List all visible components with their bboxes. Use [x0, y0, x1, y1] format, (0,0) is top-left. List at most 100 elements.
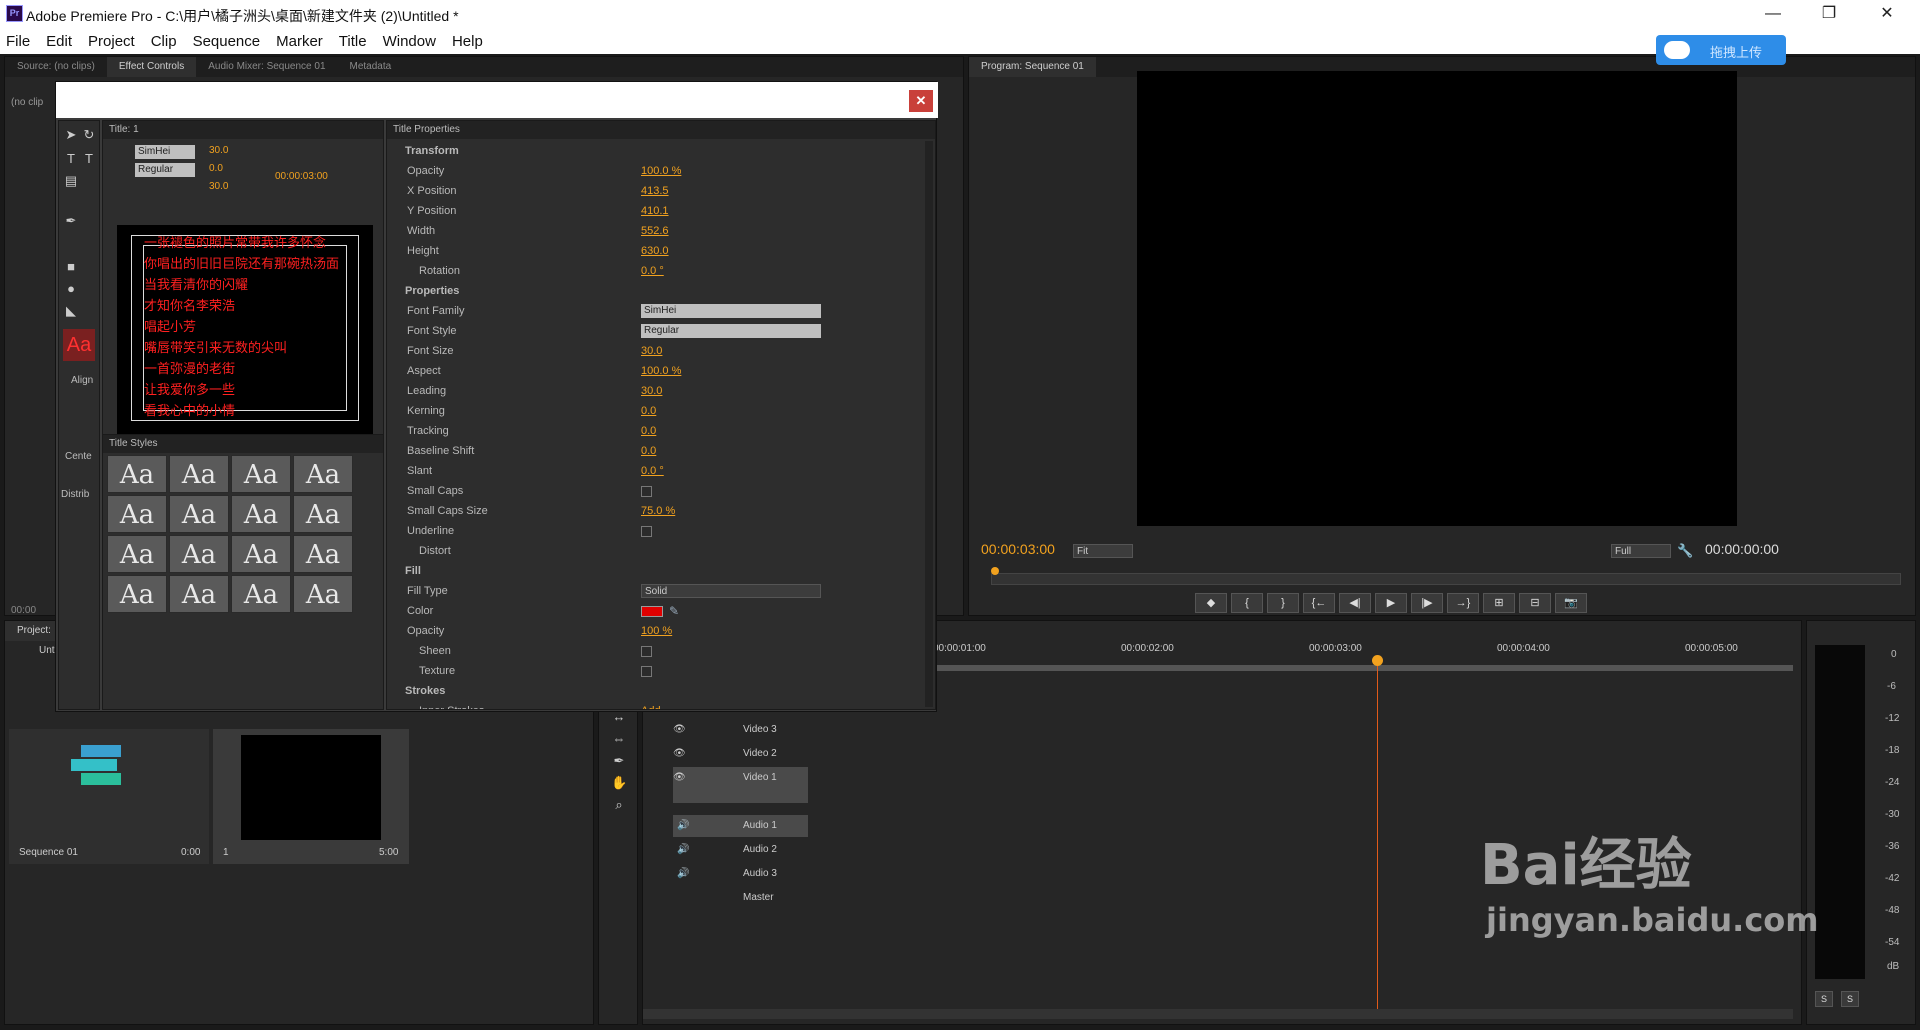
eye-icon[interactable]: 👁 [673, 724, 686, 735]
zoom-tool-icon[interactable]: ⌕ [611, 797, 627, 813]
property-row[interactable]: Opacity 100 % [391, 621, 911, 641]
property-value[interactable]: 552.6 [641, 225, 669, 237]
color-swatch[interactable] [641, 605, 663, 617]
property-value[interactable]: 410.1 [641, 205, 669, 217]
menu-project[interactable]: Project [88, 33, 135, 50]
extract-button[interactable]: ⊟ [1519, 593, 1551, 613]
speaker-icon[interactable]: 🔊 [677, 868, 689, 879]
property-value[interactable]: 30.0 [641, 385, 662, 397]
step-forward-button[interactable]: |▶ [1411, 593, 1443, 613]
playhead-handle-icon[interactable] [1372, 655, 1383, 666]
property-select[interactable]: SimHei [641, 304, 821, 318]
cloud-upload-button[interactable]: 拖拽上传 [1656, 35, 1786, 65]
style-tile[interactable]: Aa [231, 455, 291, 493]
style-swatch[interactable]: Aa [63, 329, 95, 361]
property-row[interactable]: Underline [391, 521, 911, 541]
property-row[interactable]: Texture [391, 661, 911, 681]
style-tile[interactable]: Aa [107, 455, 167, 493]
property-row[interactable]: Height 630.0 [391, 241, 911, 261]
title-properties-tab[interactable]: Title Properties [393, 124, 460, 135]
track-master[interactable]: Master [643, 887, 808, 909]
property-row[interactable]: Rotation 0.0 ° [391, 261, 911, 281]
property-value[interactable]: 100.0 % [641, 165, 681, 177]
style-tile[interactable]: Aa [293, 495, 353, 533]
titler-timecode[interactable]: 00:00:03:00 [275, 171, 328, 182]
font-size-value[interactable]: 30.0 [209, 145, 228, 156]
property-row[interactable]: Properties [391, 281, 911, 301]
property-row[interactable]: Aspect 100.0 % [391, 361, 911, 381]
menu-sequence[interactable]: Sequence [193, 33, 261, 50]
menu-help[interactable]: Help [452, 33, 483, 50]
eye-icon[interactable]: 👁 [673, 772, 686, 783]
menu-file[interactable]: File [6, 33, 30, 50]
menu-clip[interactable]: Clip [151, 33, 177, 50]
style-tile[interactable]: Aa [107, 495, 167, 533]
pen-tool-icon[interactable]: ✒ [63, 213, 79, 229]
font-family-select[interactable]: SimHei [135, 145, 195, 159]
rotation-tool-icon[interactable]: ↻ [81, 127, 97, 143]
property-row[interactable]: Width 552.6 [391, 221, 911, 241]
track-audio-2[interactable]: 🔊 Audio 2 [643, 839, 808, 861]
property-value[interactable]: 75.0 % [641, 505, 675, 517]
property-row[interactable]: Slant 0.0 ° [391, 461, 911, 481]
properties-scrollbar[interactable] [925, 141, 933, 707]
style-tile[interactable]: Aa [169, 455, 229, 493]
ellipse-tool-icon[interactable]: ● [63, 281, 79, 297]
property-select[interactable]: Regular [641, 324, 821, 338]
work-area-bar[interactable] [933, 665, 1793, 671]
quality-select[interactable]: Full [1611, 544, 1671, 558]
property-row[interactable]: Font Style Regular [391, 321, 911, 341]
step-back-button[interactable]: ◀| [1339, 593, 1371, 613]
tab-program[interactable]: Program: Sequence 01 [969, 57, 1096, 77]
style-tile[interactable]: Aa [293, 535, 353, 573]
area-type-tool-icon[interactable]: ▤ [63, 173, 79, 189]
property-value[interactable]: 0.0 [641, 445, 656, 457]
eyedropper-icon[interactable]: ✎ [669, 604, 679, 618]
property-row[interactable]: Fill [391, 561, 911, 581]
titler-close-button[interactable]: ✕ [909, 90, 933, 112]
go-to-out-button[interactable]: →} [1447, 593, 1479, 613]
rectangle-tool-icon[interactable]: ■ [63, 259, 79, 275]
property-row[interactable]: X Position 413.5 [391, 181, 911, 201]
property-row[interactable]: Kerning 0.0 [391, 401, 911, 421]
property-row[interactable]: Inner StrokesAdd [391, 701, 911, 709]
timeline-scrollbar[interactable] [643, 1009, 1793, 1019]
play-button[interactable]: ▶ [1375, 593, 1407, 613]
tab-source[interactable]: Source: (no clips) [5, 57, 107, 77]
maximize-button[interactable]: ❐ [1806, 0, 1852, 28]
title-clip-item[interactable]: 1 5:00 [213, 729, 409, 864]
style-tile[interactable]: Aa [231, 535, 291, 573]
property-value[interactable]: 100.0 % [641, 365, 681, 377]
property-row[interactable]: Tracking 0.0 [391, 421, 911, 441]
slide-tool-icon[interactable]: ⇔ [611, 731, 627, 747]
property-row[interactable]: Color ✎ [391, 601, 911, 621]
minimize-button[interactable]: — [1750, 0, 1796, 28]
tab-effect-controls[interactable]: Effect Controls [106, 57, 197, 77]
add-marker-button[interactable]: ◆ [1195, 593, 1227, 613]
mark-in-button[interactable]: { [1231, 593, 1263, 613]
property-checkbox[interactable] [641, 525, 652, 537]
property-row[interactable]: Baseline Shift 0.0 [391, 441, 911, 461]
wrench-icon[interactable]: 🔧 [1677, 543, 1693, 559]
property-row[interactable]: Distort [391, 541, 911, 561]
property-row[interactable]: Transform [391, 141, 911, 161]
property-row[interactable]: Small Caps Size 75.0 % [391, 501, 911, 521]
mark-out-button[interactable]: } [1267, 593, 1299, 613]
style-tile[interactable]: Aa [107, 575, 167, 613]
property-row[interactable]: Fill Type Solid [391, 581, 911, 601]
fit-select[interactable]: Fit [1073, 544, 1133, 558]
tab-audio-mixer[interactable]: Audio Mixer: Sequence 01 [196, 57, 337, 77]
leading-value[interactable]: 30.0 [209, 181, 228, 192]
type-tool-icon[interactable]: T [63, 151, 79, 167]
property-value[interactable]: 0.0 ° [641, 465, 664, 477]
menu-window[interactable]: Window [383, 33, 436, 50]
solo-right-button[interactable]: S [1841, 991, 1859, 1007]
title-tab[interactable]: Title: 1 [109, 124, 139, 135]
property-value[interactable]: 413.5 [641, 185, 669, 197]
style-tile[interactable]: Aa [169, 575, 229, 613]
track-audio-3[interactable]: 🔊 Audio 3 [643, 863, 808, 885]
speaker-icon[interactable]: 🔊 [677, 820, 689, 831]
sequence-item[interactable]: Sequence 01 0:00 [9, 729, 209, 864]
program-playhead-icon[interactable] [991, 567, 999, 575]
property-checkbox[interactable] [641, 485, 652, 497]
